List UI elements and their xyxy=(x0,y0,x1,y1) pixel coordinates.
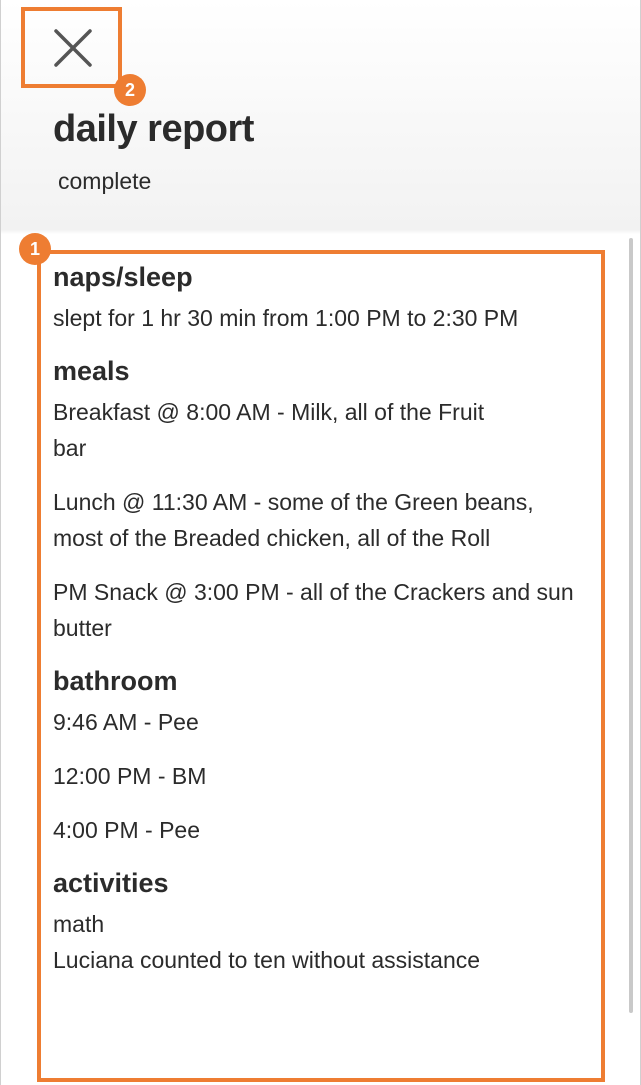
section-title-naps-sleep: naps/sleep xyxy=(53,262,193,292)
report-content-panel[interactable]: naps/sleep slept for 1 hr 30 min from 1:… xyxy=(37,250,605,1082)
section-title-activities: activities xyxy=(53,868,169,898)
section-title-bathroom: bathroom xyxy=(53,666,178,696)
section-title-meals: meals xyxy=(53,356,130,386)
meal-entry-pm-snack: PM Snack @ 3:00 PM - all of the Crackers… xyxy=(53,579,574,641)
scrollbar[interactable] xyxy=(629,238,633,1013)
annotation-badge-close: 2 xyxy=(114,74,146,106)
close-button[interactable] xyxy=(21,7,122,88)
activity-description: Luciana counted to ten without assistanc… xyxy=(53,947,481,973)
report-status: complete xyxy=(58,168,152,194)
page-title: daily report xyxy=(53,108,254,150)
bathroom-entry: 12:00 PM - BM xyxy=(53,763,207,789)
report-content: naps/sleep slept for 1 hr 30 min from 1:… xyxy=(53,260,598,988)
bathroom-entry: 9:46 AM - Pee xyxy=(53,709,199,735)
activity-name: math xyxy=(53,911,105,937)
close-icon xyxy=(54,29,92,67)
section-naps-sleep: naps/sleep slept for 1 hr 30 min from 1:… xyxy=(53,260,598,336)
section-activities: activities math Luciana counted to ten w… xyxy=(53,866,598,978)
annotation-badge-content: 1 xyxy=(19,233,51,265)
bathroom-entry: 4:00 PM - Pee xyxy=(53,817,201,843)
section-bathroom: bathroom 9:46 AM - Pee 12:00 PM - BM 4:0… xyxy=(53,664,598,848)
section-meals: meals Breakfast @ 8:00 AM - Milk, all of… xyxy=(53,354,598,646)
sleep-entry: slept for 1 hr 30 min from 1:00 PM to 2:… xyxy=(53,305,519,331)
meal-entry-breakfast: Breakfast @ 8:00 AM - Milk, all of the F… xyxy=(53,399,485,461)
meal-entry-lunch: Lunch @ 11:30 AM - some of the Green bea… xyxy=(53,489,534,551)
